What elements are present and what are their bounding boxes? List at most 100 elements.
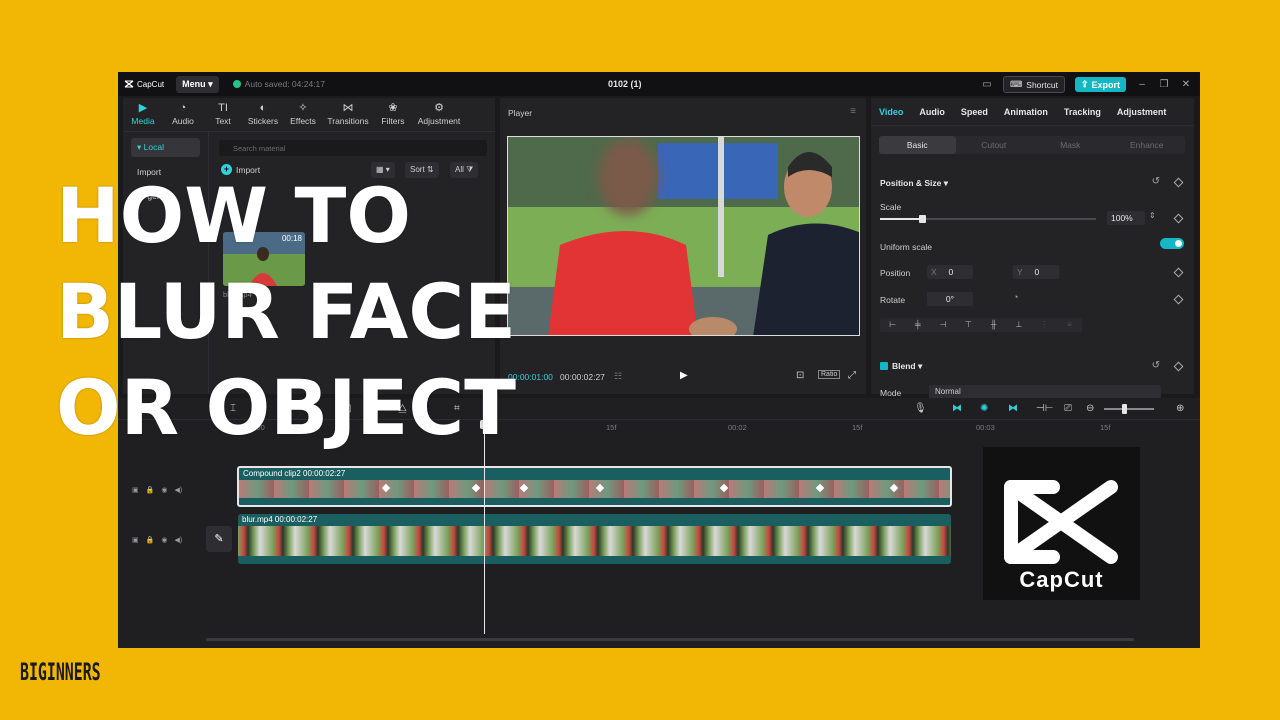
subtab-cutout[interactable]: Cutout [956,136,1033,154]
transitions-icon: ⋈ [342,102,354,114]
caption-icon[interactable]: ⎚ [1064,403,1072,414]
position-x-field[interactable]: X 0 [927,265,973,279]
rotate-field[interactable]: 0° [927,292,973,306]
scale-slider-fill [880,218,924,220]
scale-keyframe-icon[interactable] [1173,213,1184,224]
timecode-grid-icon[interactable]: ☷ [614,371,622,382]
lock-icon[interactable]: 🔒 [146,486,155,494]
tab-tracking[interactable]: Tracking [1056,107,1109,117]
upload-icon: ⇪ [1080,79,1089,89]
lock-icon[interactable]: 🔒 [146,536,155,544]
fullscreen-preview-icon[interactable]: ⊡ [796,370,804,381]
zoom-in-icon[interactable]: ⊕ [1176,403,1184,414]
position-keyframe-icon[interactable] [1173,267,1184,278]
play-icon[interactable]: ▶ [680,370,688,381]
video-preview[interactable] [507,136,860,336]
blend-reset-icon[interactable]: ↺ [1152,360,1160,371]
zoom-slider[interactable] [1104,404,1154,414]
compound-clip[interactable]: Compound clip2 00:00:02:27 [237,466,952,507]
restore-icon[interactable]: ❐ [1158,79,1170,90]
subtab-basic[interactable]: Basic [879,136,956,154]
auto-snap-icon[interactable]: ✺ [980,403,988,414]
tab-stickers[interactable]: ◐ Stickers [243,98,283,131]
keyframe-diamond-icon[interactable] [1173,177,1184,188]
ratio-button[interactable]: Ratio [818,370,841,379]
search-input[interactable]: Search material [219,140,487,156]
align-top-icon[interactable]: ⊤ [956,318,981,332]
align-bottom-icon[interactable]: ⊥ [1006,318,1031,332]
tool-tabs: ▶ Media ◔ Audio TI Text ◐ Stickers ✧ Effects … [123,98,495,132]
blend-keyframe-icon[interactable] [1173,361,1184,372]
blend-checkbox[interactable] [880,362,888,370]
ruler-tick: 15f [852,423,863,432]
align-middle-icon[interactable]: ╫ [981,318,1006,332]
export-button[interactable]: ⇪ Export [1074,77,1126,92]
zoom-slider-handle[interactable] [1122,404,1127,414]
track-thumbnail-icon[interactable]: ▣ [132,486,139,494]
tab-audio[interactable]: ◔ Audio [163,98,203,131]
subtab-mask[interactable]: Mask [1032,136,1109,154]
sidebar-item-local[interactable]: ▾ Local [131,138,200,157]
sidebar-local-label: Local [143,142,164,152]
eye-icon[interactable]: ◉ [161,486,167,494]
tab-transitions[interactable]: ⋈ Transitions [323,98,373,131]
expand-icon[interactable]: ⤢ [848,370,856,381]
close-icon[interactable]: ✕ [1180,79,1192,90]
keyboard-icon: ⌨ [1010,79,1023,89]
tab-video[interactable]: Video [871,107,911,117]
stepper-icon[interactable]: ⇕ [1149,211,1156,220]
uniform-scale-label: Uniform scale [880,242,932,252]
menu-button[interactable]: Menu ▾ [176,75,219,93]
scale-slider-handle[interactable] [919,215,927,223]
main-track-magnet-icon[interactable]: ⧓ [952,403,962,414]
position-y-field[interactable]: Y 0 [1013,265,1059,279]
distribute-vertical-icon[interactable]: ≡ [1057,318,1082,332]
tab-effects[interactable]: ✧ Effects [283,98,323,131]
align-center-icon[interactable]: ╪ [905,318,930,332]
align-right-icon[interactable]: ⊣ [931,318,956,332]
rotate-keyframe-icon[interactable] [1173,294,1184,305]
scale-value-field[interactable]: 100% [1107,211,1145,225]
compound-clip-label: Compound clip2 00:00:02:27 [243,469,346,478]
minimize-icon[interactable]: – [1136,79,1148,90]
distribute-horizontal-icon[interactable]: ⋮ [1032,318,1057,332]
video-clip[interactable]: blur.mp4 00:00:02:27 [238,514,951,564]
tab-media[interactable]: ▶ Media [123,98,163,131]
preview-axis-icon[interactable]: ⊣⊢ [1036,403,1053,414]
tab-adjustment-props[interactable]: Adjustment [1109,107,1175,117]
autosave-text: Auto saved: 04:24:17 [244,79,326,89]
tab-text[interactable]: TI Text [203,98,243,131]
linkage-icon[interactable]: ⧓ [1008,403,1018,414]
scale-slider[interactable] [880,215,1096,223]
zoom-out-icon[interactable]: ⊖ [1086,403,1094,414]
tab-filters[interactable]: ❀ Filters [373,98,413,131]
tab-animation[interactable]: Animation [996,107,1056,117]
media-icon: ▶ [138,102,148,114]
rotate-dial-icon[interactable]: ◔ [1013,292,1018,302]
tab-audio-props[interactable]: Audio [911,107,953,117]
text-icon: TI [218,102,228,114]
y-label: Y [1017,267,1023,277]
align-left-icon[interactable]: ⊢ [880,318,905,332]
subtab-enhance[interactable]: Enhance [1109,136,1186,154]
timeline-scrollbar[interactable] [206,638,1134,641]
uniform-scale-toggle[interactable] [1160,238,1184,249]
tab-adjustment[interactable]: ⚙ Adjustment [413,98,465,131]
project-title: 0102 (1) [608,79,642,89]
volume-icon[interactable]: ◀) [174,536,182,544]
microphone-icon[interactable]: 🎙 [914,403,927,414]
blend-mode-select[interactable]: Normal [929,385,1161,399]
track-thumbnail-icon[interactable]: ▣ [132,536,139,544]
total-time: 00:00:02:27 [560,372,605,382]
reset-icon[interactable]: ↺ [1152,176,1160,187]
volume-icon[interactable]: ◀) [174,486,182,494]
chevron-down-icon: ▾ [208,78,213,89]
shortcut-button[interactable]: ⌨ Shortcut [1003,76,1065,93]
edit-cover-icon[interactable]: ✎ [206,526,232,552]
tab-speed[interactable]: Speed [953,107,996,117]
eye-icon[interactable]: ◉ [161,536,167,544]
layout-icon[interactable]: ▭ [981,79,993,90]
hamburger-menu-icon[interactable]: ≡ [850,106,856,117]
blend-label: Blend [892,361,916,371]
tab-effects-label: Effects [290,116,316,126]
